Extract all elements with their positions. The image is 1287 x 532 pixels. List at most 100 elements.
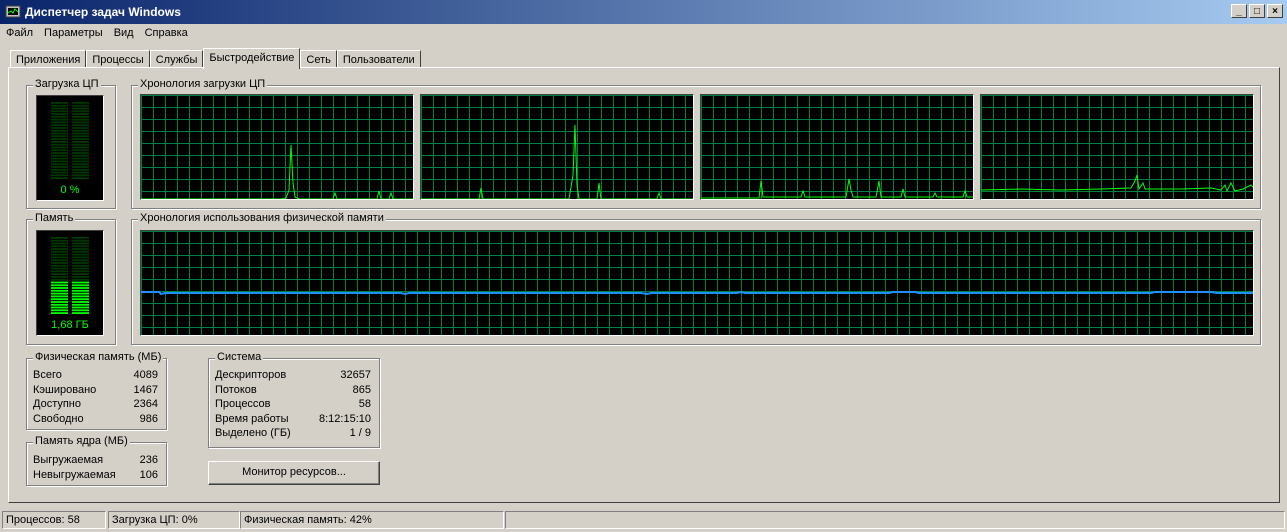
- tab-processes[interactable]: Процессы: [86, 50, 150, 68]
- meter-segment: [72, 295, 89, 298]
- stat-row: Свободно 986: [33, 413, 158, 427]
- meter-segment: [72, 309, 89, 312]
- menu-options[interactable]: Параметры: [38, 24, 108, 42]
- resource-monitor-button[interactable]: Монитор ресурсов...: [208, 461, 380, 485]
- stat-key: Выгружаемая: [33, 454, 104, 466]
- tab-applications[interactable]: Приложения: [10, 50, 87, 68]
- tab-users[interactable]: Пользователи: [336, 50, 421, 68]
- window-title: Диспетчер задач Windows: [25, 5, 181, 19]
- meter-segment: [51, 129, 68, 132]
- meter-segment: [72, 256, 89, 259]
- meter-segment: [51, 163, 68, 166]
- meter-segment: [51, 301, 68, 303]
- stat-value: 865: [352, 384, 371, 396]
- meter-segment: [72, 270, 89, 273]
- meter-segment: [72, 146, 89, 149]
- stat-value: 986: [139, 413, 158, 425]
- stat-key: Свободно: [33, 413, 84, 425]
- meter-segment: [72, 127, 89, 129]
- physical-memory-group: Физическая память (МБ) Всего 4089 Кэширов…: [26, 351, 167, 430]
- memory-label: Память: [33, 212, 76, 224]
- minimize-button[interactable]: _: [1231, 4, 1247, 18]
- tab-network[interactable]: Сеть: [300, 50, 337, 68]
- maximize-button[interactable]: □: [1249, 4, 1265, 18]
- meter-segment: [51, 273, 68, 275]
- meter-segment: [72, 245, 89, 248]
- memory-meter-bars: [51, 237, 89, 314]
- performance-panel: Загрузка ЦП 0 % Хронология загрузки ЦП П…: [8, 67, 1280, 503]
- menu-view[interactable]: Вид: [108, 24, 139, 42]
- meter-segment: [72, 301, 89, 303]
- task-manager-window: Диспетчер задач Windows _ □ × Файл Парам…: [0, 0, 1287, 532]
- meter-segment: [51, 303, 68, 306]
- close-button[interactable]: ×: [1267, 4, 1283, 18]
- meter-segment: [51, 149, 68, 152]
- meter-segment: [51, 146, 68, 149]
- meter-segment: [72, 115, 89, 118]
- meter-segment: [51, 278, 68, 281]
- meter-segment: [51, 267, 68, 270]
- meter-segment: [51, 298, 68, 301]
- meter-segment: [51, 171, 68, 174]
- meter-segment: [51, 287, 68, 289]
- meter-segment: [51, 270, 68, 273]
- meter-segment: [51, 124, 68, 127]
- meter-segment: [51, 132, 68, 135]
- meter-segment: [72, 171, 89, 174]
- meter-segment: [72, 124, 89, 127]
- stat-key: Процессов: [215, 398, 271, 410]
- status-processes: Процессов: 58: [2, 511, 106, 529]
- meter-segment: [51, 289, 68, 292]
- status-empty: [505, 511, 1285, 529]
- meter-segment: [51, 245, 68, 248]
- stat-row: Доступно 2364: [33, 398, 158, 412]
- meter-segment: [72, 129, 89, 132]
- meter-segment: [72, 248, 89, 250]
- stat-row: Время работы 8:12:15:10: [215, 413, 371, 427]
- meter-segment: [72, 303, 89, 306]
- meter-segment: [72, 149, 89, 152]
- stat-key: Всего: [33, 369, 62, 381]
- meter-segment: [51, 312, 68, 314]
- cpu-core-4-line: [981, 174, 1253, 193]
- memory-history-graph: [140, 230, 1254, 336]
- meter-segment: [51, 107, 68, 110]
- meter-segment: [51, 160, 68, 163]
- meter-segment: [51, 152, 68, 154]
- stat-key: Доступно: [33, 398, 82, 410]
- stat-value: 1467: [133, 384, 158, 396]
- stat-key: Невыгружаемая: [33, 469, 116, 481]
- meter-segment: [51, 281, 68, 284]
- meter-segment: [51, 174, 68, 177]
- meter-segment: [72, 312, 89, 314]
- stat-value: 236: [139, 454, 158, 466]
- title-bar[interactable]: Диспетчер задач Windows _ □ ×: [0, 0, 1287, 24]
- menu-help[interactable]: Справка: [139, 24, 193, 42]
- tab-performance[interactable]: Быстродействие: [203, 48, 301, 69]
- meter-segment: [72, 276, 89, 278]
- meter-segment: [72, 102, 89, 104]
- meter-segment: [51, 166, 68, 168]
- system-label: Система: [215, 351, 264, 363]
- stat-value: 1 / 9: [349, 427, 371, 439]
- stat-row: Потоков 865: [215, 384, 371, 398]
- memory-history-group: Хронология использования физической памя…: [131, 212, 1261, 345]
- meter-segment: [72, 267, 89, 270]
- meter-segment: [51, 127, 68, 129]
- tab-services[interactable]: Службы: [149, 50, 204, 68]
- menu-file[interactable]: Файл: [0, 24, 38, 42]
- meter-segment: [72, 138, 89, 140]
- meter-segment: [72, 121, 89, 124]
- status-memory: Физическая память: 42%: [240, 511, 504, 529]
- cpu-core-2-line: [421, 124, 693, 199]
- meter-segment: [72, 237, 89, 239]
- stat-key: Кэшировано: [33, 384, 97, 396]
- stat-key: Дескрипторов: [215, 369, 287, 381]
- meter-segment: [51, 113, 68, 115]
- cpu-usage-label: Загрузка ЦП: [33, 78, 101, 90]
- cpu-meter-bars: [51, 102, 89, 179]
- meter-segment: [72, 118, 89, 121]
- meter-segment: [51, 168, 68, 171]
- cpu-usage-meter: 0 %: [36, 95, 104, 201]
- stat-row: Невыгружаемая 106: [33, 469, 158, 483]
